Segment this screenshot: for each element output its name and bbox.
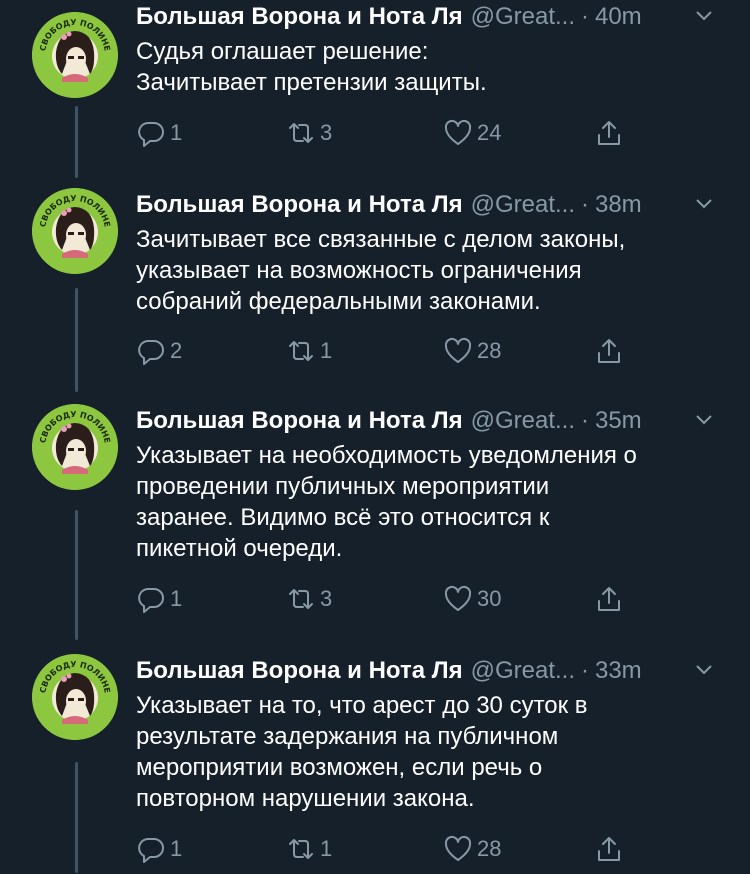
retweet-button[interactable]: 3 — [286, 118, 332, 148]
reply-count: 2 — [170, 338, 183, 363]
tweet-header: Большая Ворона и Нота Ля @Great... · 40m — [136, 0, 726, 34]
avatar-image: СВОБОДУ ПОЛИНЕ — [32, 188, 118, 274]
retweet-count: 1 — [320, 836, 333, 861]
separator-dot: · — [580, 657, 589, 684]
avatar-image: СВОБОДУ ПОЛИНЕ — [32, 654, 118, 740]
reply-button[interactable]: 1 — [136, 834, 182, 864]
like-button[interactable]: 28 — [443, 336, 501, 366]
avatar[interactable]: СВОБОДУ ПОЛИНЕ — [32, 188, 118, 274]
chevron-down-icon[interactable] — [694, 410, 714, 430]
timestamp[interactable]: 35m — [595, 407, 642, 435]
tweet-text: Зачитывает все связанные с делом законы,… — [136, 226, 626, 315]
avatar[interactable]: СВОБОДУ ПОЛИНЕ — [32, 654, 118, 740]
reply-count: 1 — [170, 836, 183, 861]
retweet-icon — [289, 839, 313, 859]
retweet-button[interactable]: 1 — [286, 834, 332, 864]
tweet-text: Указывает на необходимость уведомления о… — [136, 442, 637, 562]
share-button[interactable] — [594, 118, 628, 148]
share-icon — [598, 587, 620, 611]
author-handle[interactable]: @Great... — [471, 191, 575, 219]
tweet-text: Указывает на то, что арест до 30 суток в… — [136, 692, 588, 812]
reply-button[interactable]: 1 — [136, 118, 182, 148]
avatar[interactable]: СВОБОДУ ПОЛИНЕ — [32, 12, 118, 98]
timestamp[interactable]: 33m — [595, 657, 642, 685]
reply-button[interactable]: 1 — [136, 584, 182, 614]
share-icon — [598, 837, 620, 861]
retweet-count: 3 — [320, 120, 333, 145]
timestamp[interactable]: 38m — [595, 191, 642, 219]
author-handle[interactable]: @Great... — [471, 3, 575, 31]
share-icon — [598, 121, 620, 145]
chevron-down-icon[interactable] — [694, 194, 714, 214]
reply-count: 1 — [170, 586, 183, 611]
separator-dot: · — [580, 3, 589, 30]
like-count: 28 — [477, 836, 502, 861]
thread-line — [75, 106, 78, 178]
tweet-header: Большая Ворона и Нота Ля @Great... · 38m — [136, 188, 726, 222]
author-name[interactable]: Большая Ворона и Нота Ля — [136, 657, 463, 685]
reply-count: 1 — [170, 120, 183, 145]
thread-line — [75, 762, 78, 873]
share-button[interactable] — [594, 584, 628, 614]
retweet-button[interactable]: 1 — [286, 336, 332, 366]
retweet-count: 3 — [320, 586, 333, 611]
tweet-actions: 1 3 24 — [136, 118, 636, 158]
share-button[interactable] — [594, 834, 628, 864]
retweet-button[interactable]: 3 — [286, 584, 332, 614]
reply-icon — [138, 340, 164, 365]
heart-icon — [444, 337, 472, 363]
tweet-header: Большая Ворона и Нота Ля @Great... · 35m — [136, 404, 726, 438]
like-button[interactable]: 24 — [443, 118, 501, 148]
author-handle[interactable]: @Great... — [471, 657, 575, 685]
share-icon — [598, 339, 620, 363]
like-count: 28 — [477, 338, 502, 363]
like-count: 30 — [477, 586, 502, 611]
like-button[interactable]: 30 — [443, 584, 501, 614]
author-name[interactable]: Большая Ворона и Нота Ля — [136, 3, 463, 31]
heart-icon — [444, 585, 472, 611]
chevron-down-icon[interactable] — [694, 660, 714, 680]
tweet-header: Большая Ворона и Нота Ля @Great... · 33m — [136, 654, 726, 688]
thread-line — [75, 510, 78, 640]
avatar[interactable]: СВОБОДУ ПОЛИНЕ — [32, 404, 118, 490]
share-button[interactable] — [594, 336, 628, 366]
chevron-down-icon[interactable] — [694, 6, 714, 26]
author-name[interactable]: Большая Ворона и Нота Ля — [136, 407, 463, 435]
tweet-actions: 1 3 30 — [136, 584, 636, 624]
tweet-text: Судья оглашает решение: Зачитывает прете… — [136, 38, 487, 96]
timestamp[interactable]: 40m — [595, 3, 642, 31]
author-name[interactable]: Большая Ворона и Нота Ля — [136, 191, 463, 219]
retweet-icon — [289, 341, 313, 361]
retweet-icon — [289, 589, 313, 609]
separator-dot: · — [580, 407, 589, 434]
avatar-image: СВОБОДУ ПОЛИНЕ — [32, 404, 118, 490]
author-handle[interactable]: @Great... — [471, 407, 575, 435]
retweet-icon — [289, 123, 313, 143]
like-count: 24 — [477, 120, 502, 145]
avatar-image: СВОБОДУ ПОЛИНЕ — [32, 12, 118, 98]
reply-icon — [138, 122, 164, 147]
heart-icon — [444, 835, 472, 861]
separator-dot: · — [580, 191, 589, 218]
reply-icon — [138, 838, 164, 863]
thread-line — [75, 288, 78, 392]
reply-icon — [138, 588, 164, 613]
reply-button[interactable]: 2 — [136, 336, 182, 366]
like-button[interactable]: 28 — [443, 834, 501, 864]
tweet-actions: 1 1 28 — [136, 834, 636, 874]
tweet-actions: 2 1 28 — [136, 336, 636, 376]
heart-icon — [444, 119, 472, 145]
retweet-count: 1 — [320, 338, 333, 363]
